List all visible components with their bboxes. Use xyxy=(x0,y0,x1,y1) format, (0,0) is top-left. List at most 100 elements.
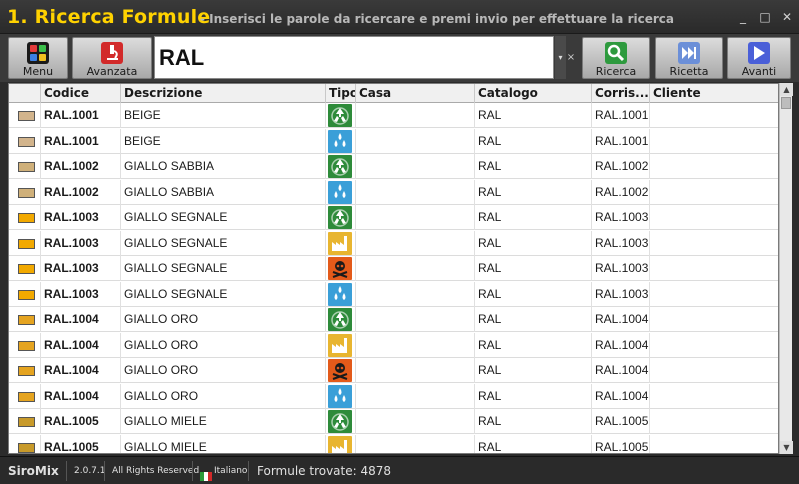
table-row[interactable]: RAL.1002 GIALLO SABBIA RAL RAL.1002 xyxy=(9,179,778,205)
menu-button[interactable]: Menu xyxy=(8,37,68,79)
row-code: RAL.1003 xyxy=(41,230,121,256)
row-cliente xyxy=(650,205,778,230)
table-row[interactable]: RAL.1003 GIALLO SEGNALE RAL RAL.1003 xyxy=(9,205,778,230)
row-swatch-cell xyxy=(9,205,41,230)
row-type-cell xyxy=(326,383,356,409)
row-swatch-cell xyxy=(9,256,41,281)
row-cliente xyxy=(650,409,778,434)
row-catalogo: RAL xyxy=(475,383,592,409)
search-clear-button[interactable]: × xyxy=(566,36,576,79)
row-description: GIALLO SABBIA xyxy=(121,179,326,205)
status-separator xyxy=(66,461,67,481)
recipe-button[interactable]: Ricetta xyxy=(655,37,723,79)
table-row[interactable]: RAL.1003 GIALLO SEGNALE RAL RAL.1003 xyxy=(9,256,778,281)
row-description: BEIGE xyxy=(121,103,326,128)
recycle-icon xyxy=(328,206,352,229)
row-type-cell xyxy=(326,230,356,256)
vertical-scrollbar[interactable]: ▲ ▼ xyxy=(779,83,793,454)
row-type-cell xyxy=(326,409,356,434)
scroll-up-arrow[interactable]: ▲ xyxy=(780,83,793,96)
header-cliente[interactable]: Cliente xyxy=(650,84,778,103)
minimize-button[interactable]: _ xyxy=(735,10,751,24)
row-description: GIALLO SEGNALE xyxy=(121,281,326,307)
header-descrizione[interactable]: Descrizione xyxy=(121,84,326,103)
recipe-button-label: Ricetta xyxy=(669,65,709,78)
formula-table: Codice Descrizione Tipo Casa Catalogo Co… xyxy=(8,83,779,454)
table-header: Codice Descrizione Tipo Casa Catalogo Co… xyxy=(9,84,778,103)
status-bar: SiroMix 2.0.7.1 All Rights Reserved Ital… xyxy=(0,456,799,484)
scroll-thumb[interactable] xyxy=(781,97,791,109)
row-casa xyxy=(356,128,475,154)
row-cliente xyxy=(650,384,778,409)
row-description: GIALLO SEGNALE xyxy=(121,230,326,256)
advanced-button[interactable]: Avanzata xyxy=(72,37,152,79)
row-description: GIALLO ORO xyxy=(121,383,326,409)
row-catalogo: RAL xyxy=(475,409,592,434)
window-subtitle: - Inserisci le parole da ricercare e pre… xyxy=(200,12,674,26)
row-swatch-cell xyxy=(9,154,41,179)
color-swatch xyxy=(18,366,35,376)
search-input[interactable]: RAL xyxy=(154,36,554,79)
row-description: GIALLO MIELE xyxy=(121,409,326,434)
search-dropdown-arrow[interactable]: ▾ xyxy=(555,36,566,79)
row-catalogo: RAL xyxy=(475,205,592,230)
header-tipo[interactable]: Tipo xyxy=(326,84,356,103)
row-code: RAL.1002 xyxy=(41,179,121,205)
row-catalogo: RAL xyxy=(475,307,592,332)
row-description: GIALLO ORO xyxy=(121,307,326,332)
water-drops-icon xyxy=(328,180,352,204)
row-type-cell xyxy=(326,332,356,358)
row-code: RAL.1001 xyxy=(41,128,121,154)
table-row[interactable]: RAL.1004 GIALLO ORO RAL RAL.1004 xyxy=(9,383,778,409)
color-swatch xyxy=(18,264,35,274)
table-row[interactable]: RAL.1005 GIALLO MIELE RAL RAL.1005 xyxy=(9,434,778,453)
table-row[interactable]: RAL.1003 GIALLO SEGNALE RAL RAL.1003 xyxy=(9,281,778,307)
row-type-cell xyxy=(326,358,356,383)
search-button[interactable]: Ricerca xyxy=(582,37,650,79)
row-catalogo: RAL xyxy=(475,154,592,179)
row-cliente xyxy=(650,307,778,332)
results-count: Formule trovate: 4878 xyxy=(257,464,392,478)
row-catalogo: RAL xyxy=(475,281,592,307)
table-row[interactable]: RAL.1004 GIALLO ORO RAL RAL.1004 xyxy=(9,332,778,358)
row-casa xyxy=(356,103,475,128)
table-row[interactable]: RAL.1005 GIALLO MIELE RAL RAL.1005 xyxy=(9,409,778,434)
close-button[interactable]: ✕ xyxy=(779,10,795,24)
row-swatch-cell xyxy=(9,434,41,453)
table-row[interactable]: RAL.1004 GIALLO ORO RAL RAL.1004 xyxy=(9,358,778,383)
language-label[interactable]: Italiano xyxy=(214,457,247,484)
color-swatch xyxy=(18,340,35,351)
table-row[interactable]: RAL.1001 BEIGE RAL RAL.1001 xyxy=(9,128,778,154)
next-button[interactable]: Avanti xyxy=(727,37,791,79)
row-casa xyxy=(356,281,475,307)
app-version: 2.0.7.1 xyxy=(74,466,106,476)
table-row[interactable]: RAL.1002 GIALLO SABBIA RAL RAL.1002 xyxy=(9,154,778,179)
header-casa[interactable]: Casa xyxy=(356,84,475,103)
header-swatch xyxy=(9,84,41,103)
table-row[interactable]: RAL.1004 GIALLO ORO RAL RAL.1004 xyxy=(9,307,778,332)
scroll-down-arrow[interactable]: ▼ xyxy=(780,441,793,454)
table-row[interactable]: RAL.1001 BEIGE RAL RAL.1001 xyxy=(9,103,778,128)
row-casa xyxy=(356,205,475,230)
row-description: BEIGE xyxy=(121,128,326,154)
row-type-cell xyxy=(326,256,356,281)
row-corrispondenza: RAL.1001 xyxy=(592,128,650,154)
header-codice[interactable]: Codice xyxy=(41,84,121,103)
row-swatch-cell xyxy=(9,358,41,383)
header-corrispondenza[interactable]: Corris... xyxy=(592,84,650,103)
row-cliente xyxy=(650,333,778,358)
row-type-cell xyxy=(326,434,356,453)
row-catalogo: RAL xyxy=(475,103,592,128)
row-corrispondenza: RAL.1005 xyxy=(592,409,650,434)
window-title: 1. Ricerca Formule xyxy=(7,6,211,28)
skull-toxic-icon xyxy=(328,257,352,280)
row-casa xyxy=(356,230,475,256)
row-catalogo: RAL xyxy=(475,230,592,256)
header-catalogo[interactable]: Catalogo xyxy=(475,84,592,103)
color-swatch xyxy=(18,238,35,249)
color-swatch xyxy=(18,315,35,325)
table-row[interactable]: RAL.1003 GIALLO SEGNALE RAL RAL.1003 xyxy=(9,230,778,256)
row-cliente xyxy=(650,231,778,256)
maximize-button[interactable]: □ xyxy=(757,10,773,24)
color-swatch xyxy=(18,442,35,453)
